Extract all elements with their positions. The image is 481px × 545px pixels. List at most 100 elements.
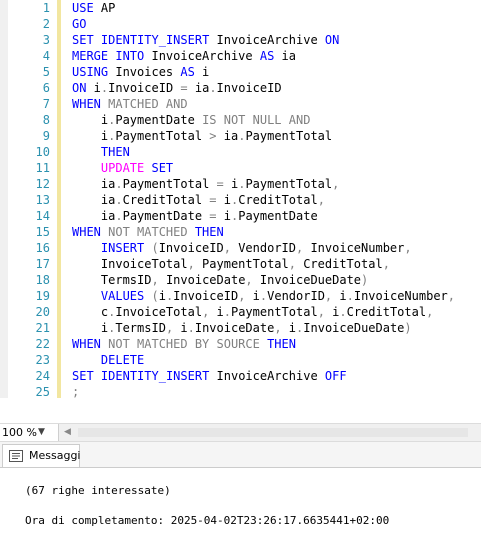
code-line[interactable]: 8 i.PaymentDate IS NOT NULL AND	[0, 112, 481, 128]
code-text: INSERT (InvoiceID, VendorID, InvoiceNumb…	[72, 240, 412, 256]
code-line[interactable]: 7 WHEN MATCHED AND	[0, 96, 481, 112]
code-token: ON	[72, 81, 87, 95]
code-token: =	[216, 177, 224, 191]
code-token: UPDATE	[72, 161, 145, 175]
line-number: 20	[35, 305, 50, 319]
code-token: ,	[151, 273, 159, 287]
scroll-left-icon[interactable]: ◀	[64, 424, 71, 441]
code-token: InvoiceID	[173, 289, 239, 303]
code-line[interactable]: 3 SET IDENTITY_INSERT InvoiceArchive ON	[0, 32, 481, 48]
code-text: THEN	[72, 144, 130, 160]
horizontal-scrollbar[interactable]	[78, 428, 468, 437]
code-text: i.PaymentTotal > ia.PaymentTotal	[72, 128, 332, 144]
code-token: )	[404, 321, 412, 335]
line-number: 21	[35, 321, 50, 335]
code-token: .	[346, 289, 354, 303]
code-token: =	[209, 209, 217, 223]
code-token: i	[72, 129, 109, 143]
messages-icon	[9, 450, 23, 462]
code-token: i	[324, 305, 340, 319]
editor-statusbar: 100 % ▼ ◀	[0, 423, 481, 442]
code-line[interactable]: 18 TermsID, InvoiceDate, InvoiceDueDate)	[0, 272, 481, 288]
code-line[interactable]: 9 i.PaymentTotal > ia.PaymentTotal	[0, 128, 481, 144]
code-token: PaymentTotal	[245, 129, 333, 143]
code-line[interactable]: 4 MERGE INTO InvoiceArchive AS ia	[0, 48, 481, 64]
line-number: 17	[35, 257, 50, 271]
rows-affected-message: (67 righe interessate)	[25, 484, 171, 497]
code-line[interactable]: 10 THEN	[0, 144, 481, 160]
zoom-select[interactable]: 100 % ▼	[0, 424, 59, 441]
line-number: 24	[35, 369, 50, 383]
code-line[interactable]: 25;	[0, 384, 481, 400]
code-line[interactable]: 15 WHEN NOT MATCHED THEN	[0, 224, 481, 240]
code-text: GO	[72, 16, 86, 32]
code-token: USING	[72, 65, 109, 79]
code-line[interactable]: 20 c.InvoiceTotal, i.PaymentTotal, i.Cre…	[0, 304, 481, 320]
code-token: VendorID	[230, 241, 296, 255]
code-line[interactable]: 13 ia.CreditTotal = i.CreditTotal,	[0, 192, 481, 208]
code-token: CreditTotal	[346, 305, 427, 319]
code-token: =	[180, 81, 188, 95]
code-line[interactable]: 24 SET IDENTITY_INSERT InvoiceArchive OFF	[0, 368, 481, 384]
code-token: PaymentDate	[122, 209, 210, 223]
code-text: DELETE	[72, 352, 144, 368]
code-token: IDENTITY_INSERT	[100, 33, 210, 47]
code-token: i	[86, 81, 101, 95]
code-line[interactable]: 19 VALUES (i.InvoiceID, i.VendorID, i.In…	[0, 288, 481, 304]
code-token: GO	[72, 17, 87, 31]
code-token: InvoiceDate	[194, 321, 275, 335]
code-text: WHEN MATCHED AND	[72, 96, 188, 112]
line-number: 6	[42, 81, 50, 95]
code-token: ia	[72, 193, 116, 207]
code-line[interactable]: 2 GO	[0, 16, 481, 32]
code-line[interactable]: 6 ON i.InvoiceID = ia.InvoiceID	[0, 80, 481, 96]
code-text: UPDATE SET	[72, 160, 173, 176]
messages-panel[interactable]: (67 righe interessate) Ora di completame…	[0, 468, 481, 545]
code-token: ,	[404, 241, 412, 255]
line-number: 1	[42, 1, 50, 15]
code-token: i	[194, 65, 210, 79]
code-line[interactable]: 12 ia.PaymentTotal = i.PaymentTotal,	[0, 176, 481, 192]
line-number: 19	[35, 289, 50, 303]
code-token: USE	[72, 1, 94, 15]
code-token: )	[361, 273, 369, 287]
code-token: THEN	[72, 145, 130, 159]
code-token: i	[209, 305, 224, 319]
code-token: CreditTotal	[238, 193, 318, 207]
code-text: WHEN NOT MATCHED BY SOURCE THEN	[72, 336, 296, 352]
code-token: .	[115, 177, 123, 191]
code-token: InvoiceArchive	[209, 369, 325, 383]
code-token: DELETE	[72, 353, 145, 367]
code-line[interactable]: 5 USING Invoices AS i	[0, 64, 481, 80]
code-line[interactable]: 14 ia.PaymentDate = i.PaymentDate	[0, 208, 481, 224]
code-token: i	[158, 289, 166, 303]
code-token: InvoiceTotal	[115, 305, 203, 319]
code-line[interactable]: 1 USE AP	[0, 0, 481, 16]
code-token: .	[115, 193, 123, 207]
code-line[interactable]: 21 i.TermsID, i.InvoiceDate, i.InvoiceDu…	[0, 320, 481, 336]
code-token: WHEN	[72, 225, 101, 239]
code-line[interactable]: 11 UPDATE SET	[0, 160, 481, 176]
line-number: 11	[35, 161, 50, 175]
zoom-value: 100 %	[2, 426, 37, 439]
line-number: 10	[35, 145, 50, 159]
code-token: c	[72, 305, 109, 319]
code-token: ,	[245, 273, 253, 287]
code-token: ON	[324, 33, 340, 47]
code-token: .	[339, 305, 347, 319]
sql-editor[interactable]: 1 USE AP 2 GO 3 SET IDENTITY_INSERT InvoiceAr…	[0, 0, 481, 404]
code-line[interactable]: 17 InvoiceTotal, PaymentTotal, CreditTot…	[0, 256, 481, 272]
tab-messages[interactable]: Messaggi	[2, 444, 80, 467]
code-token: .	[223, 305, 231, 319]
code-line[interactable]: 16 INSERT (InvoiceID, VendorID, InvoiceN…	[0, 240, 481, 256]
code-line[interactable]: 22 WHEN NOT MATCHED BY SOURCE THEN	[0, 336, 481, 352]
completion-time-message: Ora di completamento: 2025-04-02T23:26:1…	[25, 514, 390, 527]
code-token: TermsID	[72, 273, 152, 287]
code-token: ia	[187, 81, 210, 95]
line-number: 5	[42, 65, 50, 79]
code-text: WHEN NOT MATCHED THEN	[72, 224, 224, 240]
code-line[interactable]: 23 DELETE	[0, 352, 481, 368]
code-token: ,	[426, 305, 434, 319]
code-token: InvoiceArchive	[144, 49, 260, 63]
